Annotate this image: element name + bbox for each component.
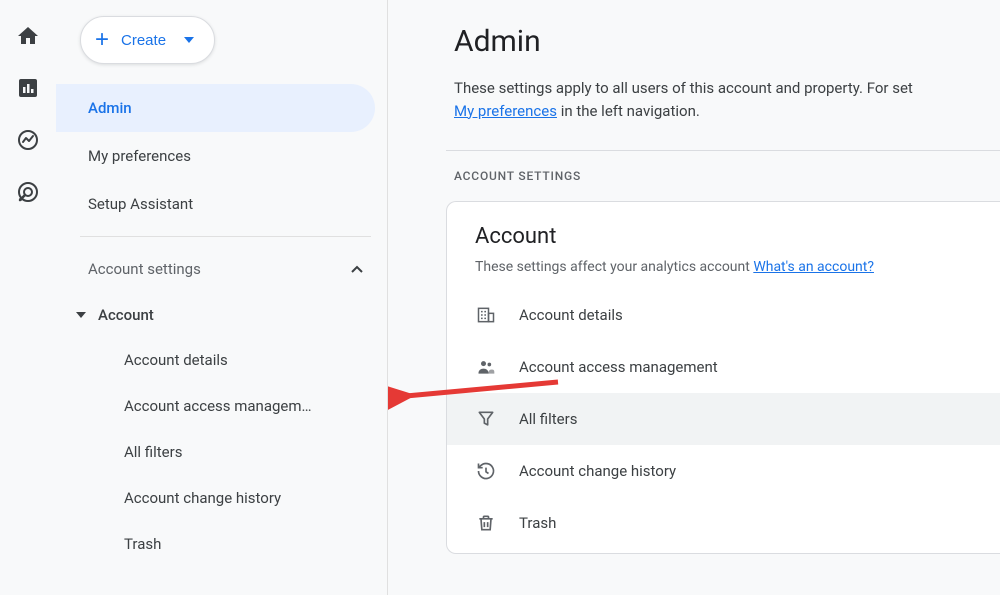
nav-preferences[interactable]: My preferences [56, 132, 375, 180]
create-button[interactable]: + Create [80, 16, 215, 64]
building-icon [475, 304, 497, 326]
row-label: Account details [519, 306, 623, 324]
filter-icon [475, 408, 497, 430]
reports-icon[interactable] [16, 76, 40, 100]
whats-an-account-link[interactable]: What's an account? [753, 259, 874, 275]
card-row-access-management[interactable]: Account access management [447, 341, 1000, 393]
card-subtitle: These settings affect your analytics acc… [447, 259, 1000, 275]
tree-all-filters[interactable]: All filters [56, 429, 387, 475]
explore-icon[interactable] [16, 128, 40, 152]
page-description: These settings apply to all users of thi… [454, 77, 1000, 122]
row-label: Account access management [519, 358, 718, 376]
home-icon[interactable] [16, 24, 40, 48]
tree-account-access[interactable]: Account access managem… [56, 383, 387, 429]
tree-account[interactable]: Account [56, 293, 387, 337]
tree-trash[interactable]: Trash [56, 521, 387, 567]
create-label: Create [121, 32, 166, 49]
tree-account-details[interactable]: Account details [56, 337, 387, 383]
tree-change-history[interactable]: Account change history [56, 475, 387, 521]
divider [80, 236, 371, 237]
chevron-up-icon [351, 265, 363, 273]
icon-rail [0, 0, 56, 595]
section-account-settings[interactable]: Account settings [56, 245, 387, 293]
page-title: Admin [454, 24, 1000, 59]
main-panel: Admin These settings apply to all users … [390, 0, 1000, 595]
people-icon [475, 356, 497, 378]
section-label: Account settings [88, 260, 201, 278]
card-row-trash[interactable]: Trash [447, 497, 1000, 549]
caret-down-icon [76, 312, 86, 318]
account-card: Account These settings affect your analy… [446, 201, 1000, 554]
sidebar: + Create Admin My preferences Setup Assi… [56, 0, 388, 595]
plus-icon: + [95, 26, 109, 54]
section-label-account-settings: ACCOUNT SETTINGS [454, 169, 1000, 183]
row-label: Account change history [519, 462, 676, 480]
nav-setup-assistant[interactable]: Setup Assistant [56, 180, 375, 228]
tree-account-label: Account [98, 306, 154, 324]
history-icon [475, 460, 497, 482]
divider [446, 150, 1000, 151]
advertising-icon[interactable] [16, 180, 40, 204]
card-title: Account [447, 224, 1000, 249]
trash-icon [475, 512, 497, 534]
row-label: Trash [519, 514, 556, 532]
caret-down-icon [184, 37, 194, 43]
nav-admin[interactable]: Admin [56, 84, 375, 132]
card-row-change-history[interactable]: Account change history [447, 445, 1000, 497]
my-preferences-link[interactable]: My preferences [454, 102, 557, 120]
card-row-all-filters[interactable]: All filters [447, 393, 1000, 445]
row-label: All filters [519, 410, 577, 428]
card-row-account-details[interactable]: Account details [447, 289, 1000, 341]
